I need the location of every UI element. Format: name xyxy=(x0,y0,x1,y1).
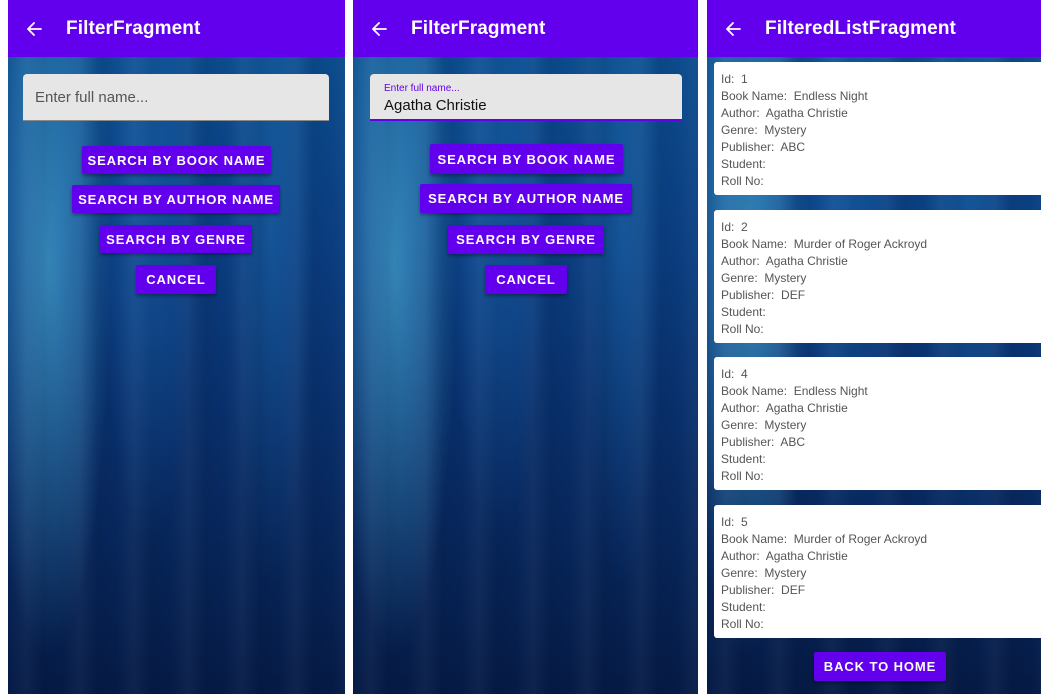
arrow-left-icon[interactable] xyxy=(371,21,387,37)
student-label: Student: xyxy=(721,600,766,614)
full-name-field-label: Enter full name... xyxy=(384,83,460,94)
student-label: Student: xyxy=(721,452,766,466)
search-by-genre-button[interactable]: Search by genre xyxy=(100,225,252,253)
genre-value: Mystery xyxy=(764,418,807,432)
publisher-label: Publisher: xyxy=(721,140,775,154)
id-value: 5 xyxy=(741,515,748,529)
publisher-label: Publisher: xyxy=(721,288,775,302)
arrow-left-icon[interactable] xyxy=(725,21,741,37)
app-bar: FilterFragment xyxy=(353,0,698,57)
filter-screen-empty: FilterFragment Search by book name Searc… xyxy=(8,0,345,694)
app-bar: FilterFragment xyxy=(8,0,345,57)
author-value: Agatha Christie xyxy=(765,106,848,120)
book-name-value: Murder of Roger Ackroyd xyxy=(793,237,928,251)
app-bar-title: FilterFragment xyxy=(411,17,546,39)
publisher-label: Publisher: xyxy=(721,583,775,597)
book-name-value: Murder of Roger Ackroyd xyxy=(793,532,928,546)
roll-no-label: Roll No: xyxy=(721,322,764,336)
author-value: Agatha Christie xyxy=(765,549,848,563)
book-name-value: Endless Night xyxy=(793,384,868,398)
full-name-field[interactable] xyxy=(23,74,329,121)
book-name-label: Book Name: xyxy=(721,89,788,103)
full-name-field[interactable]: Enter full name... Agatha Christie xyxy=(370,74,682,121)
roll-no-label: Roll No: xyxy=(721,617,764,631)
author-value: Agatha Christie xyxy=(765,401,848,415)
book-name-label: Book Name: xyxy=(721,532,788,546)
search-by-book-name-button[interactable]: Search by book name xyxy=(430,144,623,174)
roll-no-label: Roll No: xyxy=(721,469,764,483)
book-name-value: Endless Night xyxy=(793,89,868,103)
back-to-home-button[interactable]: Back to home xyxy=(814,652,946,681)
id-value: 2 xyxy=(741,220,748,234)
cancel-button[interactable]: Cancel xyxy=(136,265,216,294)
author-label: Author: xyxy=(721,254,760,268)
filter-screen-filled: FilterFragment Enter full name... Agatha… xyxy=(353,0,698,694)
book-card[interactable]: Id: 2 Book Name: Murder of Roger Ackroyd… xyxy=(714,210,1041,343)
genre-value: Mystery xyxy=(764,271,807,285)
filtered-list-screen: FilteredListFragment Id: 1 Book Name: En… xyxy=(707,0,1041,694)
author-label: Author: xyxy=(721,401,760,415)
id-label: Id: xyxy=(721,515,735,529)
genre-label: Genre: xyxy=(721,271,758,285)
book-card[interactable]: Id: 4 Book Name: Endless Night Author: A… xyxy=(714,357,1041,490)
publisher-value: ABC xyxy=(780,140,806,154)
id-value: 1 xyxy=(741,72,748,86)
id-label: Id: xyxy=(721,220,735,234)
genre-value: Mystery xyxy=(764,566,807,580)
author-label: Author: xyxy=(721,549,760,563)
author-value: Agatha Christie xyxy=(765,254,848,268)
book-card[interactable]: Id: 5 Book Name: Murder of Roger Ackroyd… xyxy=(714,505,1041,638)
search-by-author-name-button[interactable]: Search by author name xyxy=(420,184,632,213)
publisher-value: ABC xyxy=(780,435,806,449)
student-label: Student: xyxy=(721,157,766,171)
search-by-book-name-button[interactable]: Search by book name xyxy=(82,146,271,174)
book-name-label: Book Name: xyxy=(721,384,788,398)
author-label: Author: xyxy=(721,106,760,120)
genre-label: Genre: xyxy=(721,566,758,580)
search-by-genre-button[interactable]: Search by genre xyxy=(448,225,604,254)
genre-label: Genre: xyxy=(721,123,758,137)
genre-label: Genre: xyxy=(721,418,758,432)
cancel-button[interactable]: Cancel xyxy=(485,265,567,294)
publisher-label: Publisher: xyxy=(721,435,775,449)
app-bar-title: FilterFragment xyxy=(66,17,201,39)
app-bar: FilteredListFragment xyxy=(707,0,1041,57)
full-name-input-value[interactable]: Agatha Christie xyxy=(384,97,487,114)
book-name-label: Book Name: xyxy=(721,237,788,251)
id-label: Id: xyxy=(721,72,735,86)
roll-no-label: Roll No: xyxy=(721,174,764,188)
id-value: 4 xyxy=(741,367,748,381)
full-name-input[interactable] xyxy=(23,74,329,120)
publisher-value: DEF xyxy=(781,583,806,597)
genre-value: Mystery xyxy=(764,123,807,137)
publisher-value: DEF xyxy=(781,288,806,302)
arrow-left-icon[interactable] xyxy=(26,21,42,37)
student-label: Student: xyxy=(721,305,766,319)
book-card[interactable]: Id: 1 Book Name: Endless Night Author: A… xyxy=(714,62,1041,195)
search-by-author-name-button[interactable]: Search by author name xyxy=(72,185,280,213)
app-bar-title: FilteredListFragment xyxy=(765,17,956,39)
id-label: Id: xyxy=(721,367,735,381)
